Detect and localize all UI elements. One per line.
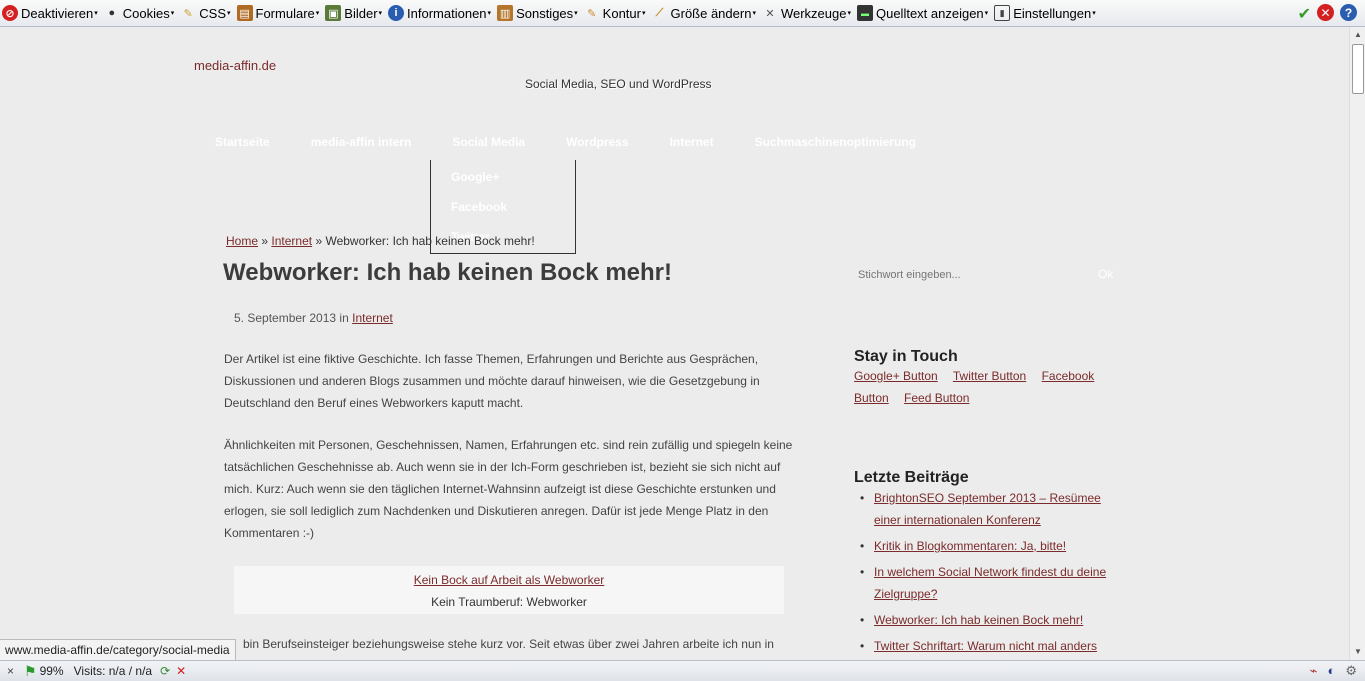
main-navigation: Startseite media-affin intern Social Med… — [215, 135, 957, 149]
nav-item-startseite[interactable]: Startseite — [215, 135, 270, 149]
submenu-item-google-plus[interactable]: Google+ — [451, 170, 499, 184]
google-plus-button-link[interactable]: Google+ Button — [854, 369, 938, 383]
breadcrumb-separator: » — [315, 234, 323, 248]
post-in-label: in — [339, 311, 349, 325]
toolbar-einstellungen[interactable]: ▮ Einstellungen ▾ — [992, 0, 1100, 27]
post-meta: 5. September 2013 in Internet — [234, 311, 393, 325]
person-icon: ● — [108, 7, 116, 19]
search-button[interactable]: Ok — [1098, 267, 1113, 281]
site-title[interactable]: media-affin.de — [194, 58, 276, 73]
social-links: Google+ Button Twitter Button Facebook B… — [854, 365, 1124, 409]
list-item: BrightonSEO September 2013 – Resümee ein… — [860, 487, 1124, 531]
toolbar-groesse-aendern[interactable]: ⟋ Größe ändern ▾ — [650, 0, 760, 27]
recent-post-link[interactable]: Twitter Schriftart: Warum nicht mal ande… — [874, 639, 1097, 653]
toolbar-informationen[interactable]: i Informationen ▾ — [386, 0, 495, 27]
pencil-icon: ✎ — [587, 7, 597, 20]
twitter-button-link[interactable]: Twitter Button — [953, 369, 1026, 383]
list-item: In welchem Social Network findest du dei… — [860, 561, 1124, 605]
toolbar-kontur[interactable]: ✎ Kontur ▾ — [582, 0, 650, 27]
recent-posts-list: BrightonSEO September 2013 – Resümee ein… — [860, 487, 1124, 660]
flag-icon: ⚑ — [24, 662, 37, 679]
clipboard-icon: ▤ — [236, 5, 253, 21]
folder-icon: ▥ — [497, 5, 514, 21]
image-caption-box: Kein Bock auf Arbeit als Webworker Kein … — [234, 566, 784, 614]
tools-icon: ✕ — [765, 7, 775, 20]
scrollbar-thumb[interactable] — [1352, 44, 1364, 94]
recent-posts-title: Letzte Beiträge — [854, 469, 969, 486]
post-paragraph-1: Der Artikel ist eine fiktive Geschichte.… — [224, 352, 760, 410]
recent-post-link[interactable]: Webworker: Ich hab keinen Bock mehr! — [874, 613, 1083, 627]
image-caption: Kein Traumberuf: Webworker — [431, 595, 587, 609]
ruler-icon: ⟋ — [655, 6, 664, 19]
web-developer-toolbar: ⊘ Deaktivieren ▾ ● Cookies ▾ ✎ CSS ▾ ▤ Form… — [0, 0, 1365, 27]
breadcrumb: Home » Internet » Webworker: Ich hab kei… — [226, 234, 535, 248]
gear-icon[interactable]: ⚙ — [1345, 663, 1357, 679]
breadcrumb-internet[interactable]: Internet — [271, 234, 312, 248]
toolbar-quelltext[interactable]: ▬ Quelltext anzeigen ▾ — [855, 0, 992, 27]
list-item: Twitter Schriftart: Warum nicht mal ande… — [860, 635, 1124, 657]
post-date: 5. September 2013 — [234, 311, 337, 325]
post-category-link[interactable]: Internet — [352, 311, 393, 325]
search-input[interactable] — [858, 265, 1088, 285]
nav-item-wordpress[interactable]: Wordpress — [566, 135, 628, 149]
toolbar-sonstiges[interactable]: ▥ Sonstiges ▾ — [495, 0, 582, 27]
recent-post-link[interactable]: BrightonSEO September 2013 – Resümee ein… — [874, 491, 1101, 527]
visits-counter: Visits: n/a / n/a — [73, 664, 153, 678]
vertical-scrollbar[interactable]: ▲ ▼ — [1349, 27, 1365, 660]
toolbar-werkzeuge[interactable]: ✕ Werkzeuge ▾ — [760, 0, 855, 27]
nav-item-suchmaschinenoptimierung[interactable]: Suchmaschinenoptimierung — [755, 135, 916, 149]
image-link[interactable]: Kein Bock auf Arbeit als Webworker — [414, 573, 605, 587]
post-paragraph-3: bin Berufseinsteiger beziehungsweise ste… — [243, 637, 774, 651]
nav-item-social-media[interactable]: Social Media — [452, 135, 525, 149]
info-icon: i — [388, 5, 405, 21]
toolbar-formulare[interactable]: ▤ Formulare ▾ — [235, 0, 324, 27]
refresh-icon[interactable]: ⟳ — [160, 664, 170, 678]
nav-item-internet[interactable]: Internet — [670, 135, 714, 149]
nav-item-media-affin-intern[interactable]: media-affin intern — [311, 135, 412, 149]
toolbar-cookies[interactable]: ● Cookies ▾ — [102, 0, 178, 27]
status-bar-url: www.media-affin.de/category/social-media — [0, 639, 236, 661]
feed-button-link[interactable]: Feed Button — [904, 391, 969, 405]
help-icon[interactable]: ? — [1340, 4, 1357, 21]
scroll-down-arrow-icon[interactable]: ▼ — [1353, 647, 1363, 657]
percent-value: 99% — [39, 664, 64, 678]
broom-icon[interactable]: ⌁ — [1310, 663, 1318, 679]
toolbar-deaktivieren[interactable]: ⊘ Deaktivieren ▾ — [0, 0, 102, 27]
breadcrumb-current: Webworker: Ich hab keinen Bock mehr! — [325, 234, 535, 248]
pencil-icon: ✎ — [183, 7, 193, 20]
post-paragraph-2: Ähnlichkeiten mit Personen, Geschehnisse… — [224, 438, 793, 540]
toolbar-css[interactable]: ✎ CSS ▾ — [178, 0, 234, 27]
breadcrumb-home[interactable]: Home — [226, 234, 258, 248]
recent-post-link[interactable]: In welchem Social Network findest du dei… — [874, 565, 1106, 601]
list-item: Kritik in Blogkommentaren: Ja, bitte! — [860, 535, 1124, 557]
settings-icon: ▮ — [994, 5, 1011, 21]
addon-bar-close-button[interactable]: × — [7, 664, 14, 678]
addon-bar: × ⚑ 99% Visits: n/a / n/a ⟳ ✕ ⌁ ◐ ⚙ — [0, 660, 1365, 681]
stay-in-touch-title: Stay in Touch — [854, 348, 958, 365]
toolbar-bilder[interactable]: ▣ Bilder ▾ — [323, 0, 386, 27]
image-icon: ▣ — [325, 5, 342, 21]
page-viewport: media-affin.de Social Media, SEO und Wor… — [0, 27, 1349, 660]
close-icon[interactable]: ✕ — [176, 664, 186, 678]
close-icon[interactable]: ✕ — [1317, 4, 1334, 21]
check-icon[interactable]: ✔ — [1298, 4, 1311, 24]
terminal-icon: ▬ — [856, 5, 873, 21]
speed-dial-icon[interactable]: ◐ — [1327, 663, 1335, 679]
post-title: Webworker: Ich hab keinen Bock mehr! — [223, 259, 673, 286]
submenu-item-facebook[interactable]: Facebook — [451, 200, 507, 214]
scroll-up-arrow-icon[interactable]: ▲ — [1353, 30, 1363, 40]
recent-post-link[interactable]: Kritik in Blogkommentaren: Ja, bitte! — [874, 539, 1066, 553]
list-item: Webworker: Ich hab keinen Bock mehr! — [860, 609, 1124, 631]
breadcrumb-separator: » — [261, 234, 269, 248]
no-entry-icon: ⊘ — [2, 5, 18, 21]
site-tagline: Social Media, SEO und WordPress — [525, 77, 712, 91]
